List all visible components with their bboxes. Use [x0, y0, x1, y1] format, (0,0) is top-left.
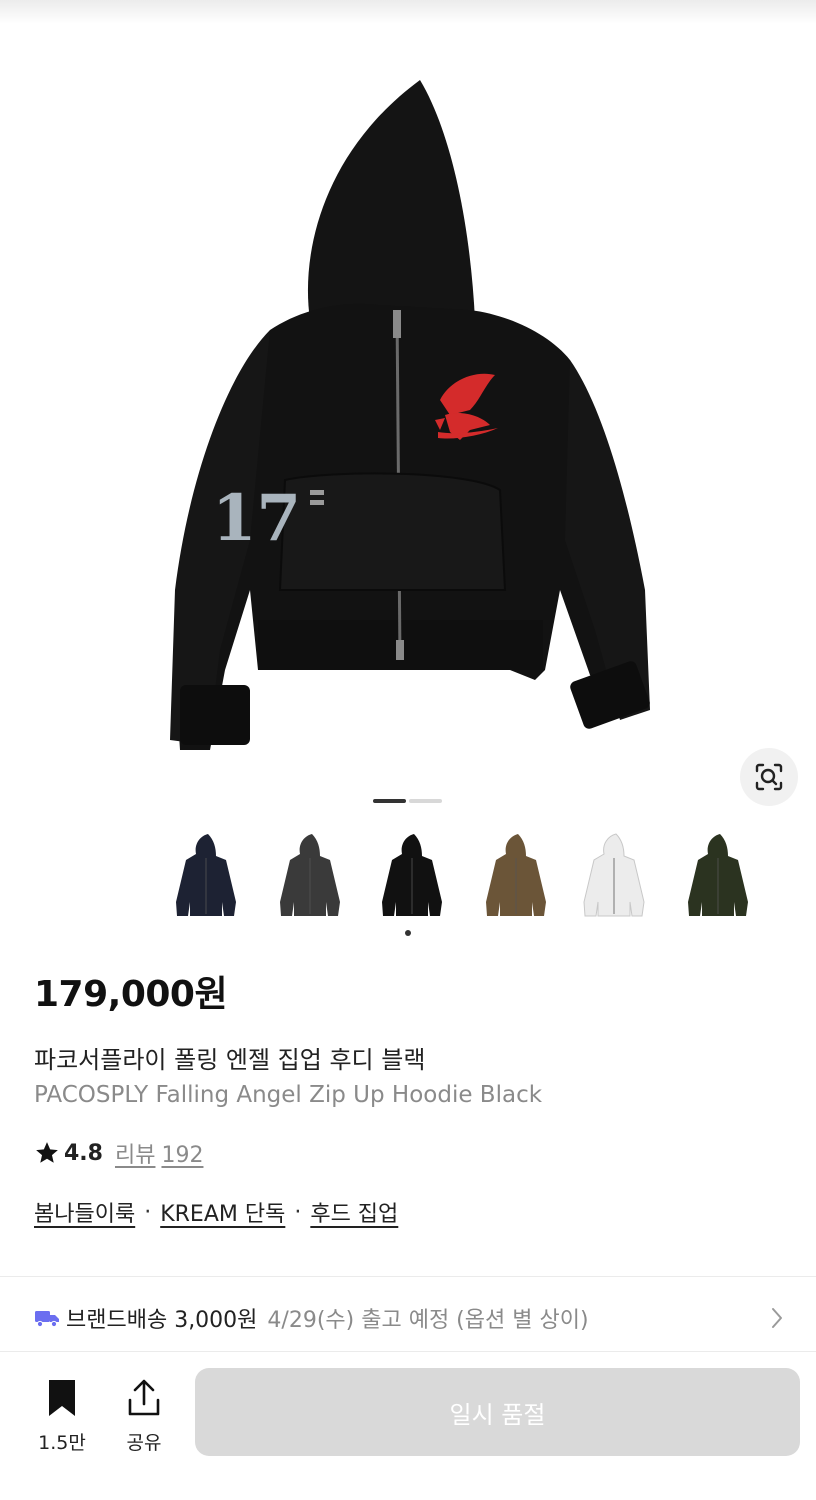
bottom-action-bar: 1.5만 공유 일시 품절 — [0, 1352, 816, 1500]
slide-indicator — [409, 799, 442, 803]
hoodie-thumbnail-icon — [688, 834, 748, 916]
color-thumbnail-camo[interactable] — [478, 832, 554, 922]
color-thumbnail-olive[interactable] — [680, 832, 756, 922]
truck-icon — [35, 1311, 59, 1328]
share-label: 공유 — [126, 1432, 162, 1454]
tag-link[interactable]: 후드 집업 — [310, 1196, 398, 1228]
rating-score: 4.8 — [64, 1140, 103, 1166]
hoodie-thumbnail-icon — [176, 834, 236, 916]
shipping-date: 4/29(수) 출고 예정 (옵션 별 상이) — [267, 1308, 589, 1333]
image-search-icon — [755, 763, 783, 791]
shipping-row[interactable]: 브랜드배송 3,000원 4/29(수) 출고 예정 (옵션 별 상이) — [34, 1300, 794, 1336]
tag-link[interactable]: KREAM 단독 — [160, 1196, 285, 1228]
product-title-en: PACOSPLY Falling Angel Zip Up Hoodie Bla… — [34, 1082, 543, 1108]
color-thumbnails — [168, 832, 758, 922]
hoodie-thumbnail-icon — [280, 834, 340, 916]
tag-separator: · — [144, 1199, 152, 1225]
product-image-gallery[interactable]: 17 — [0, 0, 816, 820]
image-search-button[interactable] — [740, 748, 798, 806]
hoodie-thumbnail-icon — [382, 834, 442, 916]
shipping-label: 브랜드배송 3,000원 — [66, 1308, 258, 1333]
chevron-right-icon — [772, 1308, 782, 1328]
tag-list: 봄나들이룩 · KREAM 단독 · 후드 집업 — [34, 1196, 398, 1228]
product-title-ko: 파코서플라이 폴링 엔젤 집업 후디 블랙 — [34, 1046, 426, 1074]
tag-separator: · — [294, 1199, 302, 1225]
buy-button-sold-out[interactable]: 일시 품절 — [195, 1368, 800, 1456]
color-thumbnail-navy[interactable] — [168, 832, 244, 922]
slide-indicator-active — [373, 799, 406, 803]
review-label: 리뷰 — [114, 1143, 156, 1168]
tag-link[interactable]: 봄나들이룩 — [34, 1196, 135, 1228]
share-button[interactable]: 공유 — [112, 1378, 176, 1455]
bookmark-count: 1.5만 — [38, 1432, 86, 1454]
hoodie-thumbnail-icon — [583, 833, 645, 917]
share-icon — [128, 1379, 160, 1416]
color-thumbnail-white[interactable] — [576, 832, 652, 922]
color-thumbnail-black[interactable] — [374, 832, 450, 922]
selected-thumbnail-dot — [405, 930, 411, 936]
sleeve-number-patch: 17 — [212, 481, 301, 556]
bookmark-icon — [49, 1380, 75, 1416]
star-icon — [36, 1142, 58, 1163]
product-main-image: 17 — [170, 80, 650, 750]
divider — [0, 1276, 816, 1277]
product-price: 179,000원 — [34, 974, 228, 1015]
top-shade — [0, 0, 816, 24]
review-link[interactable]: 리뷰 192 — [115, 1137, 203, 1169]
review-count: 192 — [161, 1143, 204, 1168]
hoodie-thumbnail-icon — [486, 834, 546, 916]
color-thumbnail-charcoal[interactable] — [272, 832, 348, 922]
rating-row: 4.8 리뷰 192 — [34, 1137, 203, 1169]
bookmark-button[interactable]: 1.5만 — [30, 1378, 94, 1455]
